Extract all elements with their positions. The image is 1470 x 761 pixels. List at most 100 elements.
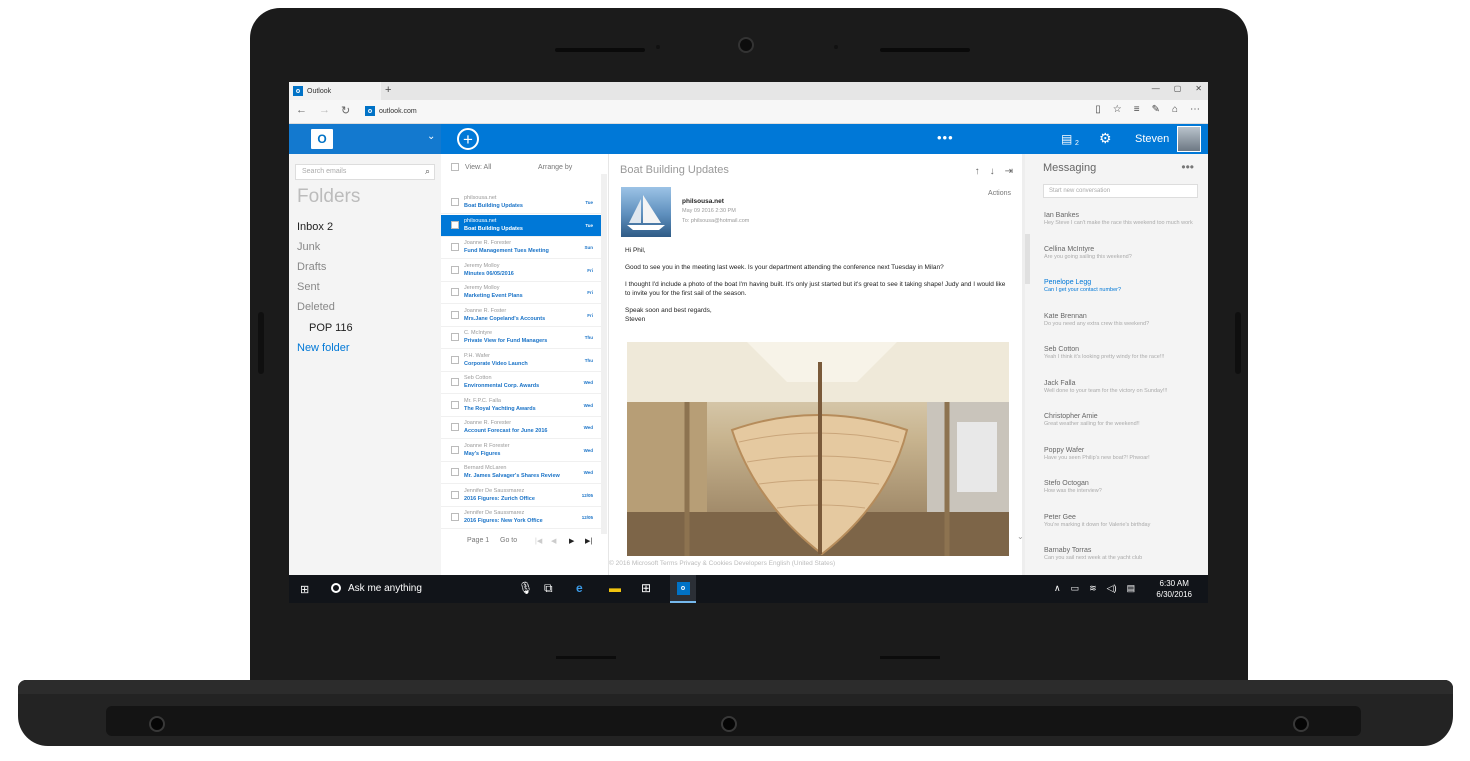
down-arrow-icon[interactable]: ↓: [990, 166, 995, 177]
message-row[interactable]: Jennifer De Saussmarez 2016 Figures: Zuri…: [441, 485, 601, 507]
more-dots-icon[interactable]: •••: [937, 130, 954, 145]
message-row[interactable]: Jeremy Molloy Minutes 06/05/2016 Fri: [441, 260, 601, 282]
conversation-item[interactable]: Barnaby Torras Can you sail next week at …: [1044, 547, 1194, 562]
new-tab-button[interactable]: +: [385, 84, 391, 96]
arrange-by-button[interactable]: Arrange by: [538, 164, 572, 171]
battery-icon[interactable]: ▭: [1071, 583, 1080, 594]
user-name[interactable]: Steven: [1135, 133, 1169, 145]
wifi-icon[interactable]: ≋: [1089, 583, 1097, 594]
actions-menu[interactable]: Actions: [988, 190, 1011, 197]
maximize-button[interactable]: ▢: [1174, 84, 1182, 93]
prev-page-icon[interactable]: ◀: [551, 537, 556, 545]
message-checkbox[interactable]: [451, 513, 459, 521]
message-row[interactable]: Seb Cotton Environmental Corp. Awards Wed: [441, 372, 601, 394]
cortana-search[interactable]: Ask me anything: [348, 583, 422, 594]
new-folder-link[interactable]: New folder: [297, 342, 350, 354]
message-checkbox[interactable]: [451, 220, 459, 229]
outlook-logo-icon[interactable]: O: [311, 129, 333, 149]
reading-view-icon[interactable]: ▯: [1095, 104, 1101, 115]
message-checkbox[interactable]: [451, 400, 459, 409]
message-checkbox[interactable]: [451, 198, 459, 206]
show-hidden-icon[interactable]: ∧: [1054, 583, 1061, 594]
message-checkbox[interactable]: [451, 490, 459, 499]
refresh-icon[interactable]: ↻: [341, 104, 350, 117]
chevron-down-icon[interactable]: ⌄: [427, 131, 435, 142]
forward-icon[interactable]: →: [319, 104, 330, 116]
new-conversation-input[interactable]: Start new conversation: [1043, 184, 1198, 198]
message-row[interactable]: philsousa.net Boat Building Updates Tue: [441, 192, 601, 214]
volume-icon[interactable]: ◁): [1107, 583, 1117, 594]
popout-icon[interactable]: ⇥: [1005, 166, 1013, 177]
search-input[interactable]: Search emails ⌕: [295, 164, 435, 180]
message-row[interactable]: Joanne R. Forester Fund Management Tues M…: [441, 237, 601, 259]
back-icon[interactable]: ←: [296, 104, 307, 116]
last-page-icon[interactable]: ▶|: [585, 537, 592, 545]
search-icon[interactable]: ⌕: [425, 166, 430, 177]
avatar[interactable]: [1177, 126, 1201, 152]
first-page-icon[interactable]: |◀: [535, 537, 542, 545]
hub-icon[interactable]: ≡: [1134, 104, 1140, 115]
chat-icon[interactable]: ▤: [1061, 132, 1072, 146]
message-checkbox[interactable]: [451, 310, 459, 319]
message-row[interactable]: C. McIntyre Private View for Fund Manager…: [441, 327, 601, 349]
conversation-item[interactable]: Seb Cotton Yeah I think it's looking pret…: [1044, 346, 1194, 361]
new-message-button[interactable]: +: [457, 128, 479, 150]
messaging-more-icon[interactable]: •••: [1181, 160, 1194, 174]
folder-sent[interactable]: Sent: [297, 281, 320, 293]
message-checkbox[interactable]: [451, 265, 459, 274]
conversation-item[interactable]: Christopher Amie Great weather sailing fo…: [1044, 413, 1194, 428]
message-row[interactable]: Jeremy Molloy Marketing Event Plans Fri: [441, 282, 601, 304]
close-button[interactable]: ✕: [1195, 84, 1202, 93]
scroll-down-icon[interactable]: ⌄: [1017, 532, 1024, 541]
folder-pop[interactable]: POP 116: [309, 322, 353, 334]
notifications-icon[interactable]: ▤: [1127, 583, 1136, 594]
message-row[interactable]: P.H. Wafer Corporate Video Launch Thu: [441, 350, 601, 372]
more-icon[interactable]: ⋯: [1190, 104, 1200, 115]
message-row[interactable]: Joanne R Forester May's Figures Wed: [441, 440, 601, 462]
conversation-item[interactable]: Kate Brennan Do you need any extra crew t…: [1044, 313, 1194, 328]
boat-photo-attachment[interactable]: [627, 342, 1009, 556]
browser-tab[interactable]: o Outlook: [289, 82, 381, 100]
conversation-item[interactable]: Ian Bankes Hey Steve I can't make the rac…: [1044, 212, 1194, 227]
up-arrow-icon[interactable]: ↑: [975, 166, 980, 177]
folder-inbox[interactable]: Inbox 2: [297, 221, 333, 233]
messaging-scroll-handle[interactable]: [1025, 234, 1030, 284]
next-page-icon[interactable]: ▶: [569, 537, 574, 545]
folder-junk[interactable]: Junk: [297, 241, 320, 253]
minimize-button[interactable]: —: [1152, 84, 1160, 93]
conversation-item[interactable]: Poppy Wafer Have you seen Philip's new bo…: [1044, 447, 1194, 462]
favorite-star-icon[interactable]: ☆: [1113, 104, 1122, 115]
conversation-item[interactable]: Penelope Legg Can I get your contact numb…: [1044, 279, 1194, 294]
go-to-link[interactable]: Go to: [500, 537, 517, 544]
share-icon[interactable]: ⌂: [1172, 104, 1178, 115]
folder-drafts[interactable]: Drafts: [297, 261, 326, 273]
message-checkbox[interactable]: [451, 243, 459, 251]
select-all-checkbox[interactable]: [451, 163, 459, 171]
edge-icon[interactable]: e: [576, 581, 583, 595]
message-row[interactable]: Jennifer De Saussmarez 2016 Figures: New …: [441, 507, 601, 529]
message-checkbox[interactable]: [451, 378, 459, 386]
message-checkbox[interactable]: [451, 468, 459, 476]
message-row[interactable]: philsousa.net Boat Building Updates Tue: [441, 214, 601, 237]
cortana-icon[interactable]: [331, 583, 341, 593]
message-row[interactable]: Joanne R. Forester Account Forecast for J…: [441, 417, 601, 439]
conversation-item[interactable]: Jack Falla Well done to your team for the…: [1044, 380, 1194, 395]
message-list-scrollbar[interactable]: [601, 174, 607, 534]
message-row[interactable]: Mr. F.P.C. Falla The Royal Yachting Award…: [441, 395, 601, 417]
view-filter[interactable]: View: All: [465, 164, 491, 171]
windows-start-icon[interactable]: ⊞: [300, 583, 309, 596]
message-row[interactable]: Bernard McLaren Mr. James Salvager's Shar…: [441, 462, 601, 484]
file-explorer-icon[interactable]: ▬: [609, 581, 621, 595]
conversation-item[interactable]: Cellina McIntyre Are you going sailing th…: [1044, 246, 1194, 261]
message-checkbox[interactable]: [451, 355, 459, 364]
message-checkbox[interactable]: [451, 333, 459, 341]
folder-deleted[interactable]: Deleted: [297, 301, 335, 313]
message-checkbox[interactable]: [451, 445, 459, 454]
gear-icon[interactable]: ⚙: [1099, 130, 1112, 147]
store-icon[interactable]: ⊞: [641, 581, 651, 595]
email-sender[interactable]: philsousa.net: [682, 198, 724, 205]
task-view-icon[interactable]: ⧉: [544, 581, 553, 596]
url-field[interactable]: o outlook.com: [365, 106, 417, 116]
conversation-item[interactable]: Peter Gee You're marking it down for Vale…: [1044, 514, 1194, 529]
message-row[interactable]: Joanne R. Foster Mrs.Jane Copeland's Acco…: [441, 305, 601, 327]
